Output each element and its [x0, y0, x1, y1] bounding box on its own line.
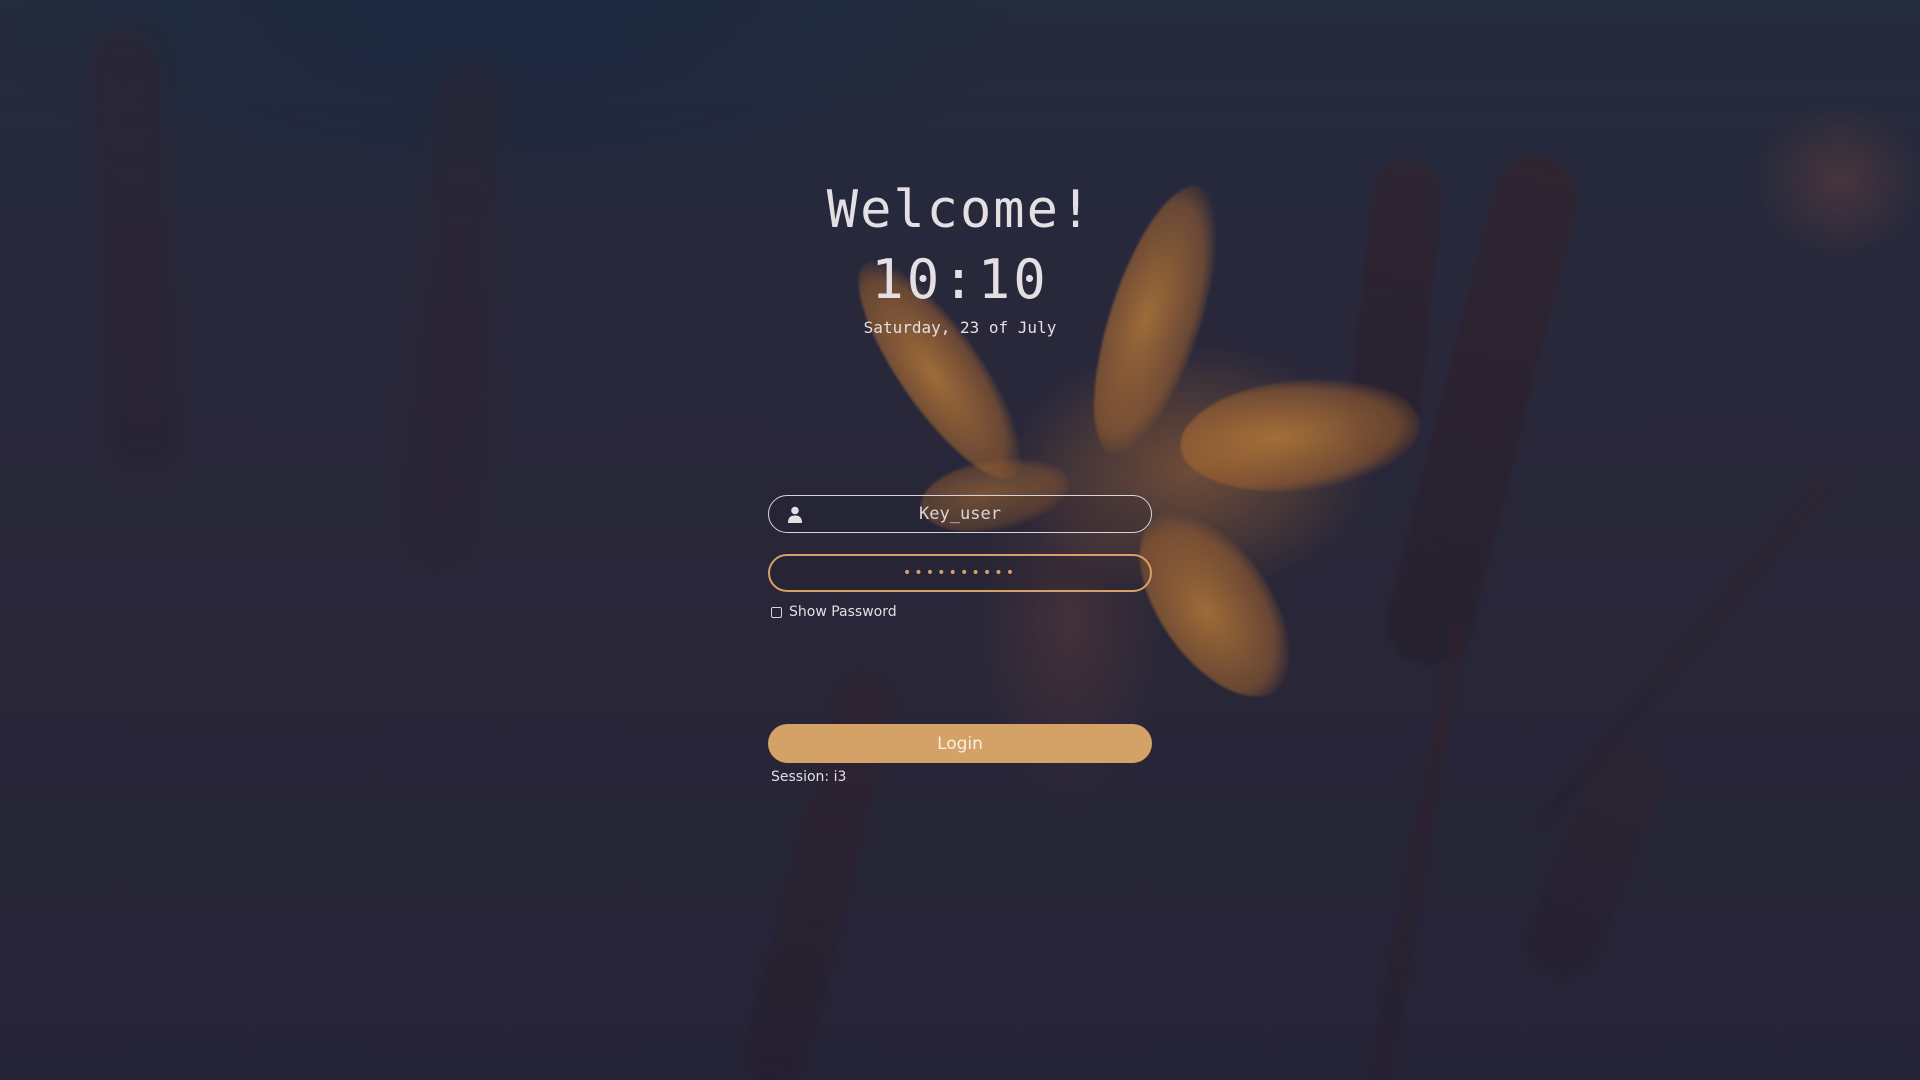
username-value: Key_user	[919, 504, 1001, 524]
user-icon	[788, 506, 802, 523]
login-button[interactable]: Login	[768, 724, 1152, 763]
clock: 10:10	[871, 248, 1049, 311]
login-screen: Welcome! 10:10 Saturday, 23 of July Key_…	[0, 0, 1920, 1080]
welcome-heading: Welcome!	[826, 180, 1094, 240]
username-field[interactable]: Key_user	[768, 495, 1152, 533]
show-password-toggle[interactable]: Show Password	[771, 604, 897, 620]
password-field[interactable]: ••••••••••	[768, 554, 1152, 592]
greeter-panel: Welcome! 10:10 Saturday, 23 of July Key_…	[0, 0, 1920, 1080]
session-selector[interactable]: Session: i3	[771, 769, 846, 785]
date-label: Saturday, 23 of July	[863, 318, 1057, 337]
show-password-label: Show Password	[789, 604, 897, 620]
show-password-checkbox[interactable]	[771, 606, 782, 618]
password-value: ••••••••••	[902, 565, 1018, 581]
